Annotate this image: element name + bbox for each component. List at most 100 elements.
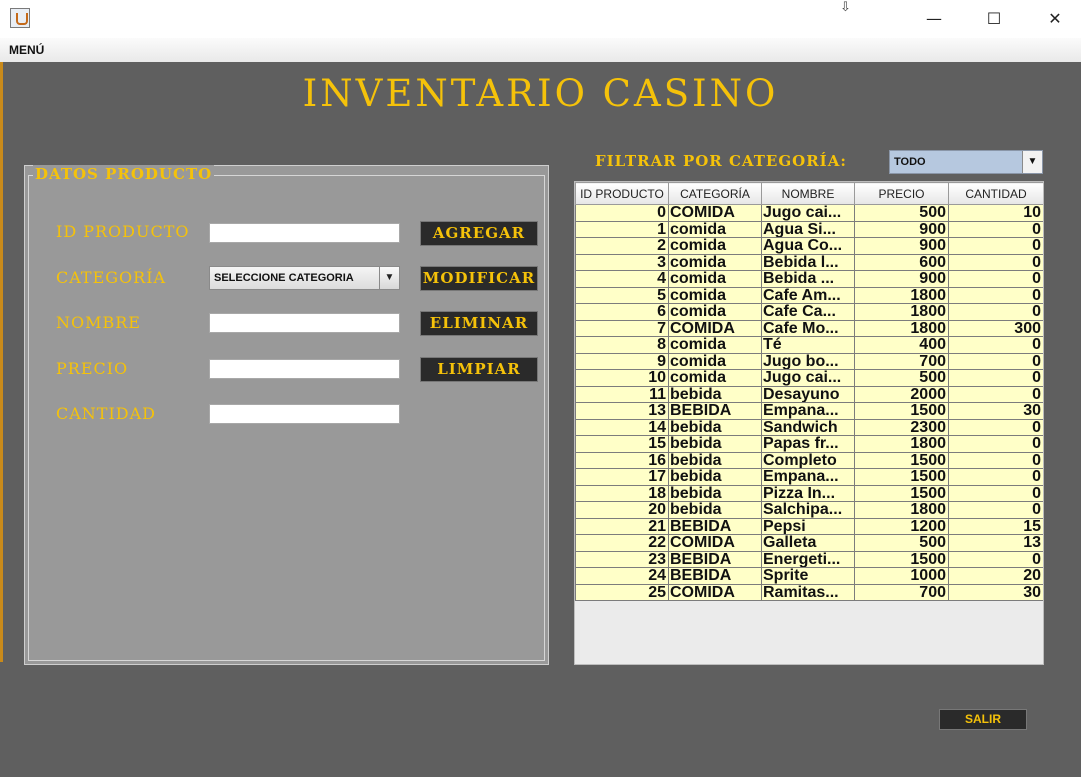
table-cell[interactable]: 30 <box>948 402 1043 420</box>
table-cell[interactable]: 23 <box>575 550 669 568</box>
maximize-icon[interactable]: ☐ <box>979 8 1009 30</box>
table-cell[interactable]: 0 <box>948 369 1043 387</box>
table-cell[interactable]: Empana... <box>761 468 855 486</box>
table-cell[interactable]: 0 <box>948 550 1043 568</box>
table-row[interactable]: 13 BEBIDA Empana... 1500 30 <box>575 402 1043 420</box>
inventory-table[interactable]: ID PRODUCTO CATEGORÍA NOMBRE PRECIO CANTIDAD… <box>574 181 1044 665</box>
table-cell[interactable]: 20 <box>948 567 1043 585</box>
table-cell[interactable]: Completo <box>761 451 855 469</box>
table-cell[interactable]: comida <box>668 270 762 288</box>
eliminar-button[interactable]: ELIMINAR <box>420 311 538 336</box>
table-cell[interactable]: comida <box>668 237 762 255</box>
table-cell[interactable]: 500 <box>854 369 949 387</box>
table-row[interactable]: 22 COMIDA Galleta 500 13 <box>575 534 1043 552</box>
table-cell[interactable]: COMIDA <box>668 204 762 222</box>
table-cell[interactable]: 0 <box>948 336 1043 354</box>
table-cell[interactable]: 1500 <box>854 451 949 469</box>
table-cell[interactable]: 1800 <box>854 435 949 453</box>
table-cell[interactable]: 0 <box>948 286 1043 304</box>
table-row[interactable]: 21 BEBIDA Pepsi 1200 15 <box>575 517 1043 535</box>
table-cell[interactable]: Agua Si... <box>761 220 855 238</box>
table-row[interactable]: 14 bebida Sandwich 2300 0 <box>575 418 1043 436</box>
table-cell[interactable]: 600 <box>854 253 949 271</box>
table-cell[interactable]: 1500 <box>854 402 949 420</box>
table-cell[interactable]: Jugo cai... <box>761 204 855 222</box>
table-cell[interactable]: bebida <box>668 451 762 469</box>
minimize-icon[interactable]: — <box>919 8 949 30</box>
table-cell[interactable]: Agua Co... <box>761 237 855 255</box>
table-cell[interactable]: 400 <box>854 336 949 354</box>
table-row[interactable]: 9 comida Jugo bo... 700 0 <box>575 352 1043 370</box>
table-cell[interactable]: bebida <box>668 484 762 502</box>
table-cell[interactable]: COMIDA <box>668 534 762 552</box>
table-cell[interactable]: BEBIDA <box>668 517 762 535</box>
table-cell[interactable]: Cafe Am... <box>761 286 855 304</box>
table-cell[interactable]: 1 <box>575 220 669 238</box>
table-row[interactable]: 23 BEBIDA Energeti... 1500 0 <box>575 550 1043 568</box>
table-cell[interactable]: 13 <box>948 534 1043 552</box>
table-cell[interactable]: comida <box>668 303 762 321</box>
table-cell[interactable]: 6 <box>575 303 669 321</box>
table-cell[interactable]: 9 <box>575 352 669 370</box>
table-cell[interactable]: 15 <box>575 435 669 453</box>
table-cell[interactable]: bebida <box>668 385 762 403</box>
table-cell[interactable]: 8 <box>575 336 669 354</box>
agregar-button[interactable]: AGREGAR <box>420 221 538 246</box>
table-cell[interactable]: 1800 <box>854 303 949 321</box>
table-cell[interactable]: 1800 <box>854 319 949 337</box>
table-cell[interactable]: 1500 <box>854 550 949 568</box>
cantidad-input[interactable] <box>209 404 400 424</box>
category-filter-select[interactable]: TODO ▼ <box>889 150 1043 174</box>
table-cell[interactable]: 3 <box>575 253 669 271</box>
table-cell[interactable]: Sandwich <box>761 418 855 436</box>
table-cell[interactable]: 20 <box>575 501 669 519</box>
table-cell[interactable]: 700 <box>854 352 949 370</box>
table-cell[interactable]: Pizza In... <box>761 484 855 502</box>
table-row[interactable]: 25 COMIDA Ramitas... 700 30 <box>575 583 1043 601</box>
table-cell[interactable]: Jugo bo... <box>761 352 855 370</box>
salir-button[interactable]: SALIR <box>939 709 1027 730</box>
table-cell[interactable]: Bebida ... <box>761 270 855 288</box>
table-cell[interactable]: 0 <box>948 418 1043 436</box>
table-cell[interactable]: 0 <box>948 435 1043 453</box>
column-header[interactable]: CANTIDAD <box>948 182 1043 205</box>
table-cell[interactable]: 2 <box>575 237 669 255</box>
table-row[interactable]: 1 comida Agua Si... 900 0 <box>575 220 1043 238</box>
id-producto-input[interactable] <box>209 223 400 243</box>
table-cell[interactable]: Papas fr... <box>761 435 855 453</box>
table-cell[interactable]: Galleta <box>761 534 855 552</box>
table-row[interactable]: 20 bebida Salchipa... 1800 0 <box>575 501 1043 519</box>
column-header[interactable]: PRECIO <box>854 182 949 205</box>
table-cell[interactable]: 0 <box>948 253 1043 271</box>
table-cell[interactable]: 11 <box>575 385 669 403</box>
table-cell[interactable]: Cafe Ca... <box>761 303 855 321</box>
close-icon[interactable]: ✕ <box>1040 8 1070 30</box>
table-row[interactable]: 17 bebida Empana... 1500 0 <box>575 468 1043 486</box>
table-cell[interactable]: BEBIDA <box>668 402 762 420</box>
menu-item-menu[interactable]: MENÚ <box>9 43 44 57</box>
table-cell[interactable]: 13 <box>575 402 669 420</box>
table-cell[interactable]: Energeti... <box>761 550 855 568</box>
table-cell[interactable]: Té <box>761 336 855 354</box>
table-cell[interactable]: 24 <box>575 567 669 585</box>
table-cell[interactable]: 1200 <box>854 517 949 535</box>
table-row[interactable]: 5 comida Cafe Am... 1800 0 <box>575 286 1043 304</box>
table-cell[interactable]: 900 <box>854 237 949 255</box>
table-cell[interactable]: Bebida l... <box>761 253 855 271</box>
table-cell[interactable]: 900 <box>854 270 949 288</box>
table-cell[interactable]: 1800 <box>854 501 949 519</box>
table-cell[interactable]: 22 <box>575 534 669 552</box>
table-row[interactable]: 6 comida Cafe Ca... 1800 0 <box>575 303 1043 321</box>
table-cell[interactable]: comida <box>668 286 762 304</box>
table-row[interactable]: 8 comida Té 400 0 <box>575 336 1043 354</box>
table-cell[interactable]: 7 <box>575 319 669 337</box>
table-cell[interactable]: bebida <box>668 501 762 519</box>
table-row[interactable]: 2 comida Agua Co... 900 0 <box>575 237 1043 255</box>
table-cell[interactable]: 0 <box>948 501 1043 519</box>
table-cell[interactable]: 0 <box>948 484 1043 502</box>
table-cell[interactable]: 1000 <box>854 567 949 585</box>
table-row[interactable]: 15 bebida Papas fr... 1800 0 <box>575 435 1043 453</box>
table-cell[interactable]: 16 <box>575 451 669 469</box>
table-cell[interactable]: 4 <box>575 270 669 288</box>
column-header[interactable]: ID PRODUCTO <box>575 182 669 205</box>
